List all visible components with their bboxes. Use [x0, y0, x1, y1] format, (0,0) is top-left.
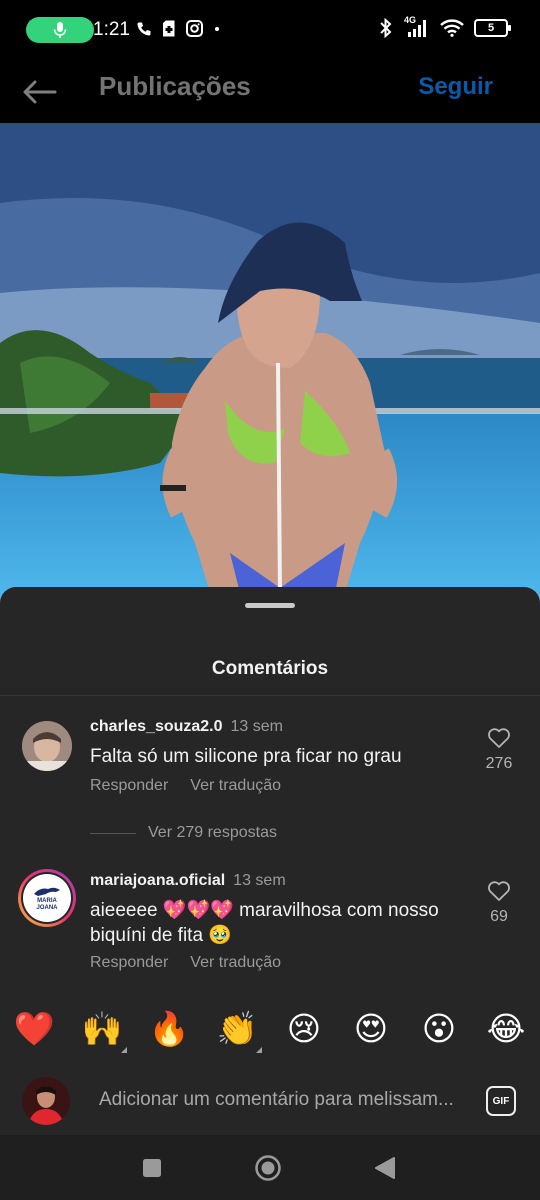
dot-icon	[215, 26, 219, 31]
mic-icon	[53, 22, 67, 38]
brand-logo: MARIA JOANA	[23, 874, 71, 922]
comment-text: aieeeee 💖💖💖 maravilhosa com nosso biquín…	[90, 900, 439, 946]
post-image	[0, 123, 540, 603]
emoji-crying[interactable]: 😢	[282, 1007, 326, 1051]
arrow-left-icon	[23, 80, 57, 104]
reply-button[interactable]: Responder	[90, 777, 168, 795]
brand-logo-text: MARIA JOANA	[36, 898, 58, 911]
signal-icon: 4G	[404, 15, 430, 38]
like-count: 69	[490, 908, 508, 925]
username-text[interactable]: mariajoana.oficial	[90, 872, 225, 889]
mic-active-indicator[interactable]	[26, 17, 94, 43]
sim-icon	[163, 20, 175, 37]
battery-icon: 5	[474, 19, 511, 37]
comment-text: Falta só um silicone pra ficar no grau	[90, 746, 402, 767]
more-variants-indicator	[121, 1047, 127, 1053]
current-user-avatar[interactable]	[22, 1077, 70, 1125]
comment-time: 13 sem	[233, 872, 286, 889]
heart-icon[interactable]	[487, 880, 511, 902]
panther-logo-icon	[34, 887, 60, 896]
back-nav-button[interactable]	[370, 1153, 400, 1183]
translate-button[interactable]: Ver tradução	[190, 954, 281, 972]
post-photo[interactable]	[0, 123, 540, 603]
translate-button[interactable]: Ver tradução	[190, 777, 281, 795]
status-time: 1:21	[93, 19, 130, 40]
comments-title: Comentários	[211, 658, 329, 679]
like-column: 69	[484, 880, 514, 926]
triangle-back-icon	[375, 1157, 395, 1179]
user-avatar-image	[22, 721, 72, 771]
emoji-heart-eyes[interactable]: 😍	[349, 1007, 393, 1051]
emoji-laughing[interactable]: 😂	[484, 1007, 528, 1051]
emoji-heart[interactable]: ❤️	[12, 1007, 56, 1051]
instagram-icon	[186, 20, 203, 37]
emoji-glyph: 👏	[216, 1010, 258, 1047]
emoji-glyph: 🙌	[81, 1010, 123, 1047]
bluetooth-icon	[380, 18, 392, 38]
recents-button[interactable]	[137, 1153, 167, 1183]
emoji-clap[interactable]: 👏	[215, 1007, 262, 1053]
divider	[0, 695, 540, 696]
app-header: Publicações Seguir	[0, 60, 540, 123]
page-title: Publicações	[99, 71, 251, 101]
comment-input[interactable]: Adicionar um comentário para melissam...	[99, 1089, 469, 1111]
back-button[interactable]	[20, 72, 60, 112]
comment-username[interactable]: charles_souza2.0 13 sem	[90, 718, 283, 736]
avatar[interactable]	[22, 721, 72, 771]
drag-handle[interactable]	[245, 603, 295, 608]
more-variants-indicator	[256, 1047, 262, 1053]
emoji-reactions-bar: ❤️ 🙌 🔥 👏 😢 😍 😮 😂	[0, 1007, 540, 1067]
comments-sheet: Comentários charles_souza2.0 13 sem Falta…	[0, 587, 540, 1135]
emoji-raised-hands[interactable]: 🙌	[80, 1007, 127, 1053]
gif-button[interactable]: GIF	[486, 1086, 516, 1116]
emoji-surprised[interactable]: 😮	[417, 1007, 461, 1051]
system-nav-bar	[0, 1135, 540, 1200]
emoji-fire[interactable]: 🔥	[147, 1007, 191, 1051]
reply-button[interactable]: Responder	[90, 954, 168, 972]
comment-time: 13 sem	[230, 718, 283, 735]
view-replies-button[interactable]: Ver 279 respostas	[90, 824, 277, 842]
circle-icon	[255, 1155, 281, 1181]
status-bar: 1:21 4G 5	[0, 0, 540, 60]
comment-actions: Responder Ver tradução	[90, 954, 281, 972]
comment-input-row: Adicionar um comentário para melissam...…	[0, 1075, 540, 1135]
avatar[interactable]: MARIA JOANA	[18, 869, 76, 927]
username-text[interactable]: charles_souza2.0	[90, 718, 223, 735]
comment-username[interactable]: mariajoana.oficial 13 sem	[90, 872, 286, 890]
follow-button[interactable]: Seguir	[418, 73, 493, 101]
avatar-ring: MARIA JOANA	[21, 872, 73, 924]
current-user-avatar-image	[22, 1077, 70, 1125]
replies-line	[90, 832, 136, 834]
heart-icon[interactable]	[487, 727, 511, 749]
comment-actions: Responder Ver tradução	[90, 777, 281, 795]
square-icon	[143, 1159, 161, 1177]
battery-level: 5	[487, 22, 495, 34]
home-button[interactable]	[253, 1153, 283, 1183]
phone-icon	[137, 22, 151, 36]
wifi-icon	[440, 19, 464, 37]
like-column: 276	[484, 727, 514, 773]
like-count: 276	[485, 755, 513, 772]
view-replies-label[interactable]: Ver 279 respostas	[148, 824, 277, 842]
